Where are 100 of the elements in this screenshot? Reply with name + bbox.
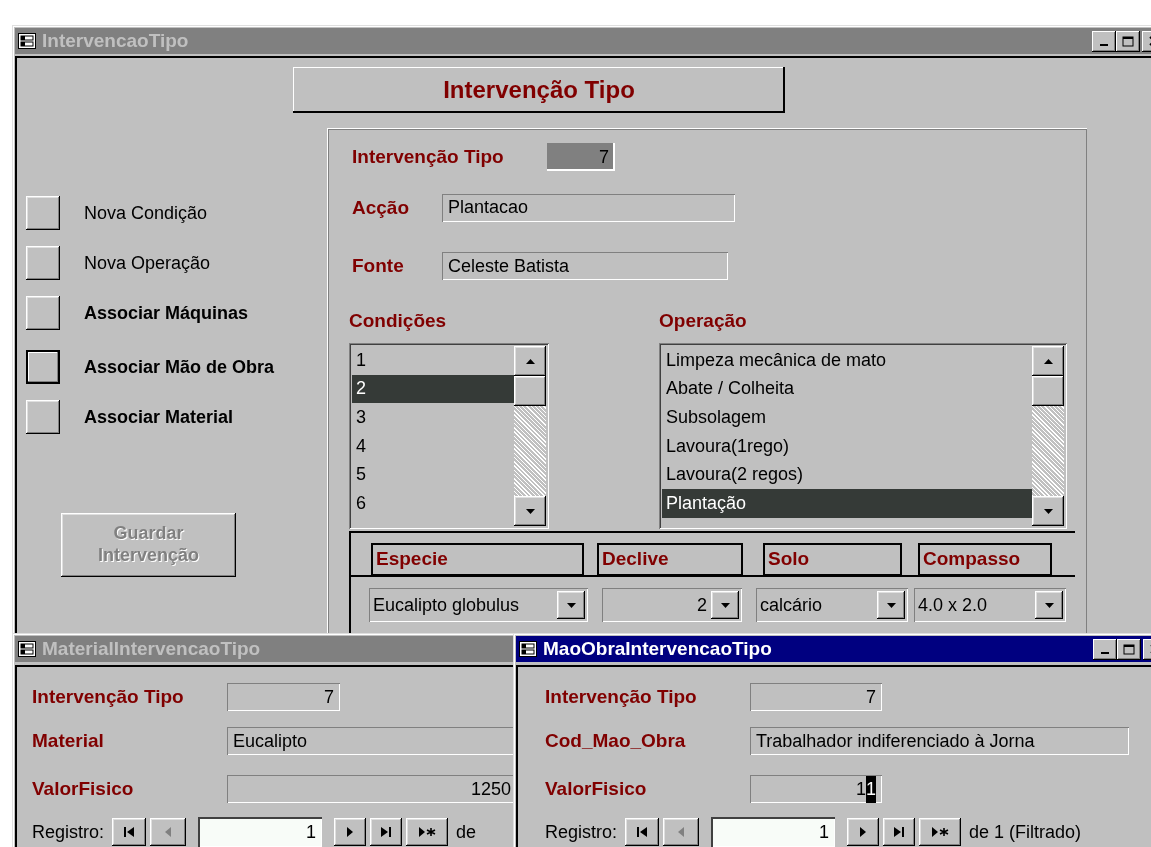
last-record-button[interactable] [883,818,916,846]
value-field[interactable]: 7 [750,683,882,711]
value-field[interactable]: 7 [547,143,615,172]
minimize-button[interactable] [1093,638,1117,660]
dropdown-field[interactable]: 4.0 x 2.0 [914,588,1066,622]
maximize-icon [1122,35,1134,47]
scroll-thumb[interactable] [514,376,546,406]
scroll-down-button[interactable] [514,496,546,526]
next-icon [347,827,354,837]
scroll-down-button[interactable] [1032,496,1064,526]
list-item[interactable]: Abate / Colheita [662,374,1032,404]
button-caption: Associar Material [84,405,234,429]
caret-icon [885,600,897,610]
minimize-icon [1100,44,1108,46]
record-field[interactable]: 1 [198,817,323,847]
last-record-button[interactable] [370,818,403,846]
caret-icon [565,600,577,610]
command-button[interactable] [26,400,60,434]
record-field[interactable]: 1 [711,817,836,847]
first-icon [124,827,135,837]
button-caption: Nova Condição [84,201,208,225]
dropdown-field[interactable]: calcário [756,588,908,622]
form-icon [519,641,537,657]
list-label: Condições [349,308,448,333]
command-button[interactable] [26,296,60,330]
list-item[interactable]: 4 [352,431,514,461]
list-item[interactable]: Lavoura(2 regos) [662,460,1032,489]
list-item[interactable]: 5 [352,460,514,489]
list-item[interactable]: Limpeza mecânica de mato [662,346,1032,375]
next-record-button[interactable] [847,818,880,846]
list-item[interactable]: Subsolagem [662,403,1032,432]
window-title: MaoObraIntervencaoTipo [543,636,772,661]
up-arrow-icon [524,356,536,366]
dropdown-button[interactable] [557,591,585,619]
command-button[interactable] [26,350,60,384]
button-caption: Nova Operação [84,251,211,275]
last-icon [894,827,905,837]
list-box[interactable]: Limpeza mecânica de mato Abate / Colheita Subsolagem Lavoura(1rego) Lavoura(2 regos) Plantação [659,343,1067,529]
value-text: 4.0 x 2.0 [917,593,989,617]
window-title: MaterialIntervencaoTipo [42,636,261,661]
record-number: 1 [819,820,830,844]
selected-text: 1 [866,775,876,803]
value-field[interactable]: Plantacao [442,193,735,222]
new-record-button[interactable] [919,818,962,846]
list-box[interactable]: 1 2 3 4 5 6 [349,343,549,529]
column-header: Especie [371,543,584,576]
record-label: Registro: [545,820,618,844]
record-count: de 1 (Filtrado) [969,820,1082,844]
new-record-icon [931,827,949,837]
previous-record-button[interactable] [150,818,187,846]
value-field[interactable]: Celeste Batista [442,252,728,281]
value-field[interactable]: Trabalhador indiferenciado à Jorna [750,727,1129,755]
maximize-button[interactable] [1117,638,1141,660]
form-icon [18,641,36,657]
value-field[interactable]: 7 [227,683,340,711]
list-label: Operação [659,308,748,333]
next-record-button[interactable] [334,818,367,846]
list-item[interactable]: 1 [352,346,514,375]
first-record-button[interactable] [112,818,147,846]
previous-icon [678,827,685,837]
caret-icon [719,600,731,610]
maximize-icon [1123,643,1135,655]
field-label: ValorFisico [32,776,135,801]
down-arrow-icon [1042,506,1054,516]
scroll-up-button[interactable] [514,346,546,376]
list-item[interactable]: Plantação [662,488,1032,518]
scroll-thumb[interactable] [1032,376,1064,406]
dropdown-button[interactable] [877,591,905,619]
value-text: Eucalipto [233,729,308,753]
new-record-icon [418,827,436,837]
record-label: Registro: [32,820,105,844]
column-header: Solo [763,543,902,576]
list-item[interactable]: 6 [352,488,514,518]
value-text: Trabalhador indiferenciado à Jorna [756,729,1035,753]
new-record-button[interactable] [406,818,449,846]
command-button[interactable] [26,196,60,230]
previous-icon [165,827,172,837]
field-label: ValorFisico [545,776,648,801]
value-field[interactable]: 11 [750,775,882,803]
column-header: Compasso [918,543,1052,576]
value-text: 7 [866,685,876,709]
dropdown-field[interactable]: 2 [602,588,742,622]
dropdown-button[interactable] [711,591,739,619]
previous-record-button[interactable] [663,818,700,846]
first-record-button[interactable] [625,818,660,846]
scroll-up-button[interactable] [1032,346,1064,376]
minimize-button[interactable] [1092,30,1116,52]
list-item[interactable]: Lavoura(1rego) [662,431,1032,461]
column-header: Declive [597,543,743,576]
command-button[interactable] [26,246,60,280]
dropdown-field[interactable]: Eucalipto globulus [369,588,588,622]
dropdown-button[interactable] [1035,591,1063,619]
list-item[interactable]: 3 [352,403,514,432]
list-item[interactable]: 2 [352,374,514,404]
maximize-button[interactable] [1116,30,1140,52]
value-text: 1 [855,777,866,801]
record-number: 1 [306,820,317,844]
next-icon [860,827,867,837]
last-icon [381,827,392,837]
button-caption: Associar Máquinas [84,301,249,325]
